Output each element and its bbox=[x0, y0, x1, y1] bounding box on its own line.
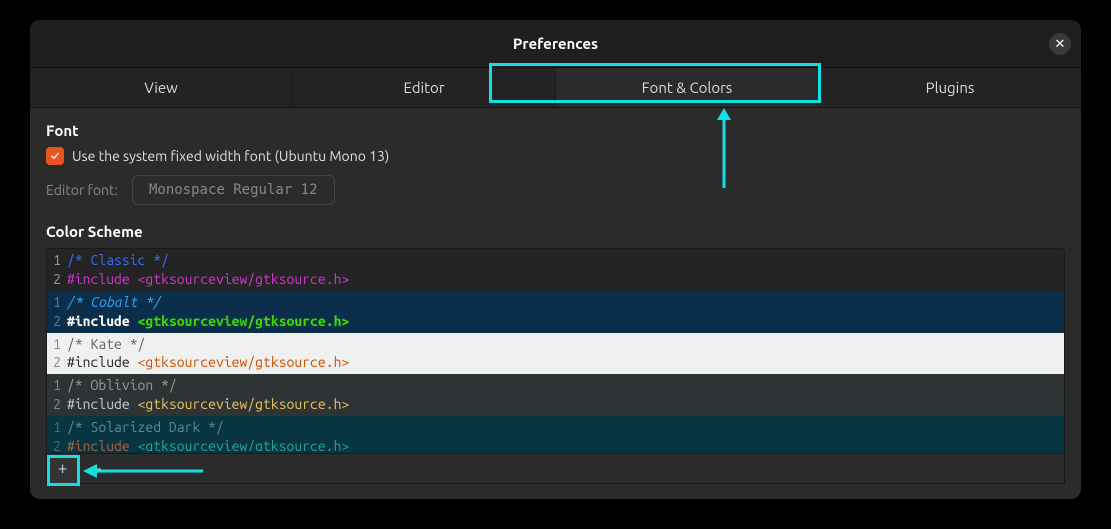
use-system-font-checkbox[interactable]: ✓ bbox=[46, 147, 64, 165]
scheme-cobalt[interactable]: 1/* Cobalt */ 2#include <gtksourceview/g… bbox=[47, 291, 1064, 333]
close-button[interactable]: ✕ bbox=[1049, 33, 1071, 55]
tab-bar: View Editor Font & Colors Plugins bbox=[30, 68, 1081, 108]
color-scheme-heading: Color Scheme bbox=[46, 223, 1065, 240]
use-system-font-row[interactable]: ✓ Use the system fixed width font (Ubunt… bbox=[46, 147, 1065, 165]
check-icon: ✓ bbox=[51, 150, 59, 163]
scheme-classic[interactable]: 1/* Classic */ 2#include <gtksourceview/… bbox=[47, 249, 1064, 291]
color-scheme-list: 1/* Classic */ 2#include <gtksourceview/… bbox=[46, 248, 1065, 454]
content-area: Font ✓ Use the system fixed width font (… bbox=[30, 108, 1081, 492]
tab-view[interactable]: View bbox=[30, 68, 293, 107]
annotation-arrow-left-icon bbox=[83, 462, 203, 480]
tab-editor[interactable]: Editor bbox=[293, 68, 556, 107]
editor-font-label: Editor font: bbox=[46, 182, 118, 198]
editor-font-button[interactable]: Monospace Regular 12 bbox=[132, 175, 335, 205]
editor-font-row: Editor font: Monospace Regular 12 bbox=[46, 175, 1065, 205]
use-system-font-label: Use the system fixed width font (Ubuntu … bbox=[72, 148, 389, 164]
plus-icon: + bbox=[58, 459, 68, 478]
add-scheme-button[interactable]: + bbox=[47, 454, 79, 483]
scheme-kate[interactable]: 1/* Kate */ 2#include <gtksourceview/gtk… bbox=[47, 333, 1064, 375]
scheme-oblivion[interactable]: 1/* Oblivion */ 2#include <gtksourceview… bbox=[47, 374, 1064, 416]
tab-plugins[interactable]: Plugins bbox=[819, 68, 1081, 107]
tab-font-colors[interactable]: Font & Colors bbox=[556, 68, 819, 107]
font-heading: Font bbox=[46, 122, 1065, 139]
close-icon: ✕ bbox=[1055, 37, 1066, 52]
annotation-arrow-down-icon bbox=[715, 108, 733, 188]
titlebar: Preferences ✕ bbox=[30, 20, 1081, 68]
scheme-solarized-dark[interactable]: 1/* Solarized Dark */ 2#include <gtksour… bbox=[47, 416, 1064, 453]
preferences-window: Preferences ✕ View Editor Font & Colors … bbox=[30, 20, 1081, 499]
window-title: Preferences bbox=[513, 35, 598, 52]
